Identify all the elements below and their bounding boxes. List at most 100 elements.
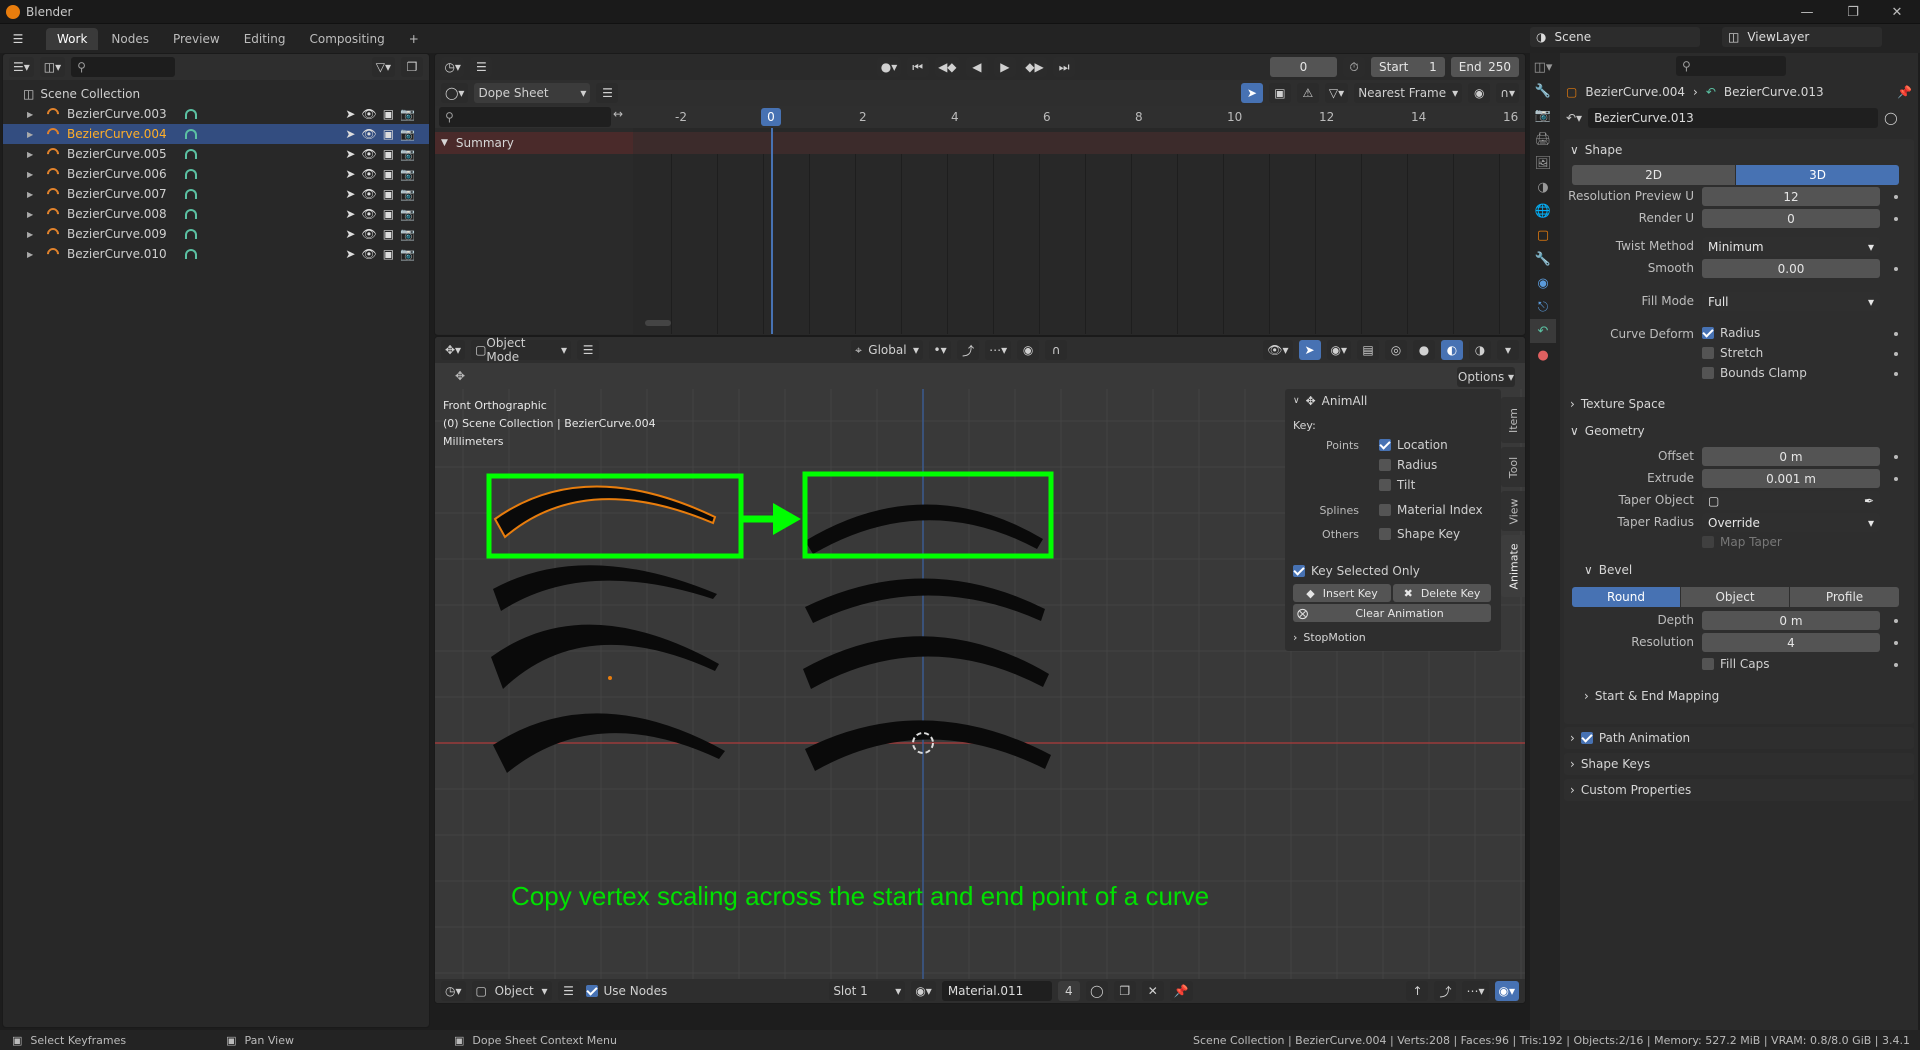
taper-radius-dropdown[interactable]: Override ▾	[1702, 513, 1880, 532]
options-dropdown[interactable]: Options ▾	[1457, 367, 1515, 387]
shape-section-header[interactable]: ∨ Shape	[1564, 139, 1914, 161]
summary-channel[interactable]: ▼ Summary	[435, 132, 633, 154]
hidden-icon[interactable]: ▣	[1268, 83, 1291, 103]
tab-tool[interactable]: Tool	[1501, 447, 1525, 487]
scene-collection-row[interactable]: ◫ Scene Collection	[3, 84, 429, 104]
play-reverse-icon[interactable]: ◀	[965, 57, 988, 77]
render-tab-icon[interactable]: 📷	[1530, 103, 1556, 127]
viewport-editor-icon[interactable]: ✥▾	[441, 340, 466, 360]
resolution-field[interactable]: 4	[1702, 633, 1880, 652]
rendered-shading-icon[interactable]: ◑	[1469, 340, 1491, 360]
duplicate-icon[interactable]: ❐	[1113, 981, 1136, 1001]
eye-icon[interactable]: 👁	[361, 167, 376, 181]
falloff-icon[interactable]: ∩	[1045, 340, 1068, 360]
jump-start-icon[interactable]: ⏮	[906, 57, 929, 77]
keyframe-dot-icon[interactable]	[1894, 641, 1898, 645]
gizmo-icon[interactable]: ➤	[1298, 340, 1321, 360]
bevel-round-button[interactable]: Round	[1572, 587, 1680, 607]
playhead-frame-badge[interactable]: 0	[761, 108, 781, 126]
slot-dropdown[interactable]: Slot 1 ▾	[829, 981, 906, 1001]
viewport-disable-icon[interactable]: ▣	[383, 187, 394, 201]
tab-animate[interactable]: Animate	[1501, 535, 1525, 597]
render-u-field[interactable]: 0	[1702, 209, 1880, 228]
start-frame-field[interactable]: Start 1	[1371, 57, 1445, 77]
current-frame-field[interactable]: 0	[1269, 57, 1337, 77]
material-shading-icon[interactable]: ◐	[1441, 340, 1463, 360]
clear-animation-button[interactable]: ⨂ Clear Animation	[1293, 604, 1491, 622]
outliner-item[interactable]: ▶ BezierCurve.007 ➤ 👁 ▣ 📷	[3, 184, 429, 204]
tab-view[interactable]: View	[1501, 491, 1525, 531]
curve-data-icon[interactable]	[185, 129, 197, 139]
snap-icon[interactable]: ⤴	[1434, 981, 1457, 1001]
insert-key-button[interactable]: ◆ Insert Key	[1293, 584, 1391, 602]
keyframe-dot-icon[interactable]	[1894, 455, 1898, 459]
play-icon[interactable]: ▶	[993, 57, 1016, 77]
minimize-icon[interactable]: —	[1784, 0, 1830, 24]
shape-keys-section[interactable]: › Shape Keys	[1564, 753, 1914, 775]
orientation-dropdown[interactable]: ⌖ Global ▾	[851, 340, 924, 360]
eye-icon[interactable]: 👁	[361, 207, 376, 221]
eye-icon[interactable]: 👁	[361, 247, 376, 261]
check-icon[interactable]	[1580, 732, 1593, 744]
resolution-preview-field[interactable]: 12	[1702, 187, 1880, 206]
material-name-field[interactable]: Material.011	[941, 981, 1052, 1001]
playhead-line[interactable]	[771, 128, 773, 334]
main-menu-icon[interactable]: ☰	[0, 32, 36, 46]
scene-tab-icon[interactable]: ◑	[1530, 175, 1556, 199]
shader-type-dropdown[interactable]: ▢ Object ▾	[471, 981, 552, 1001]
selectable-icon[interactable]: ➤	[345, 167, 355, 181]
editor-type-icon[interactable]: ☰▾	[9, 57, 34, 77]
tab-compositing[interactable]: Compositing	[298, 28, 395, 50]
dopesheet-mode-dropdown[interactable]: Dope Sheet ▾	[474, 83, 591, 103]
radius-checkbox[interactable]: Radius	[1379, 458, 1437, 472]
viewport-disable-icon[interactable]: ▣	[383, 107, 394, 121]
pivot-icon[interactable]: •▾	[929, 340, 952, 360]
curve-data-tab-icon[interactable]: ↶	[1530, 319, 1556, 343]
pin-icon[interactable]: 📌	[1897, 85, 1912, 99]
material-tab-icon[interactable]: ●	[1530, 343, 1556, 367]
render-disable-icon[interactable]: 📷	[400, 167, 415, 181]
dopesheet-editor-icon[interactable]: ◯▾	[441, 83, 469, 103]
modifier-tab-icon[interactable]: 🔧	[1530, 247, 1556, 271]
display-mode-icon[interactable]: ◫▾	[39, 57, 66, 77]
tab-preview[interactable]: Preview	[162, 28, 231, 50]
keyframe-dot-icon[interactable]	[1894, 619, 1898, 623]
eyedropper-icon[interactable]: ✒	[1864, 494, 1874, 508]
view-layer-tab-icon[interactable]: 🖼	[1530, 151, 1556, 175]
tab-nodes[interactable]: Nodes	[100, 28, 160, 50]
frame-ruler[interactable]: ⚲ ↔ -20246810121416 0	[435, 106, 1525, 128]
expand-icon[interactable]: ▶	[27, 150, 41, 159]
viewport-disable-icon[interactable]: ▣	[383, 227, 394, 241]
properties-search-input[interactable]: ⚲	[1676, 56, 1786, 76]
world-tab-icon[interactable]: 🌐	[1530, 199, 1556, 223]
viewport-disable-icon[interactable]: ▣	[383, 247, 394, 261]
expand-icon[interactable]: ▶	[27, 250, 41, 259]
offset-field[interactable]: 0 m	[1702, 447, 1880, 466]
eye-icon[interactable]: 👁	[361, 127, 376, 141]
shape-key-checkbox[interactable]: Shape Key	[1379, 527, 1460, 541]
viewport-disable-icon[interactable]: ▣	[383, 167, 394, 181]
properties-editor-icon[interactable]: ◫▾	[1530, 55, 1556, 79]
unlink-icon[interactable]: ✕	[1141, 981, 1164, 1001]
material-users-count[interactable]: 4	[1057, 981, 1080, 1001]
smooth-field[interactable]: 0.00	[1702, 259, 1880, 278]
keyframe-dot-icon[interactable]	[1894, 352, 1898, 356]
viewport-panel[interactable]: ✥▾ ▢ Object Mode ▾ ☰ ⌖ Global ▾ •▾ ⤴ ⋯▾ ◉ ∩ …	[434, 336, 1526, 1004]
viewport-menu-icon[interactable]: ☰	[577, 340, 600, 360]
keyframe-dot-icon[interactable]	[1894, 332, 1898, 336]
physics-tab-icon[interactable]: ◉	[1530, 271, 1556, 295]
fake-user-icon[interactable]: ◯	[1884, 111, 1897, 125]
snap-target-icon[interactable]: ⋯▾	[985, 340, 1012, 360]
eye-icon[interactable]: 👁	[361, 107, 376, 121]
timeline-editor-icon[interactable]: ◷▾	[441, 57, 465, 77]
custom-properties-section[interactable]: › Custom Properties	[1564, 779, 1914, 801]
extrude-field[interactable]: 0.001 m	[1702, 469, 1880, 488]
keyframe-dot-icon[interactable]	[1894, 195, 1898, 199]
key-selected-only-checkbox[interactable]: Key Selected Only	[1293, 564, 1420, 578]
fake-user-icon[interactable]: ◯	[1085, 981, 1108, 1001]
snap-dropdown[interactable]: Nearest Frame ▾	[1354, 83, 1463, 103]
tab-editing[interactable]: Editing	[233, 28, 297, 50]
expand-icon[interactable]: ▶	[27, 170, 41, 179]
shader-editor-icon[interactable]: ◷▾	[441, 981, 466, 1001]
material-browse-icon[interactable]: ◉▾	[911, 981, 936, 1001]
